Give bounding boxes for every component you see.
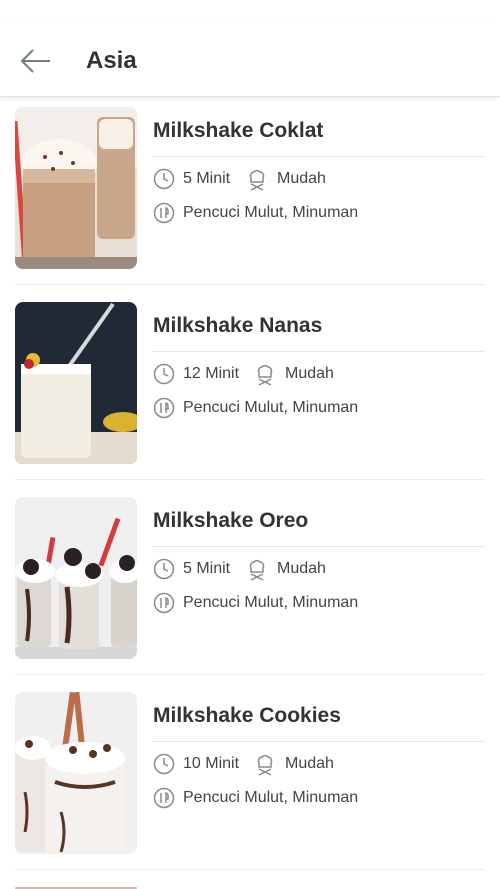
utensils-icon xyxy=(153,202,175,224)
recipe-category-row: Pencuci Mulut, Minuman xyxy=(153,397,493,421)
recipe-title: Milkshake Coklat xyxy=(153,119,324,142)
recipe-card[interactable]: Milkshake Oreo 5 Minit Mudah Pencuci Mul… xyxy=(0,497,500,691)
recipe-card[interactable]: Milkshake Nanas 12 Minit Mudah Pencuci M… xyxy=(0,302,500,496)
divider xyxy=(153,741,485,742)
recipe-difficulty: Mudah xyxy=(277,170,326,187)
chef-hat-icon xyxy=(249,559,265,581)
app-bar: Asia xyxy=(0,24,500,97)
status-bar xyxy=(0,0,500,24)
divider xyxy=(153,351,485,352)
recipe-meta-row: 10 Minit Mudah xyxy=(153,753,493,777)
recipe-category: Pencuci Mulut, Minuman xyxy=(183,789,359,806)
recipe-category: Pencuci Mulut, Minuman xyxy=(183,399,359,416)
recipe-card[interactable]: Milkshake Cookies 10 Minit Mudah Pencuci… xyxy=(0,692,500,886)
divider xyxy=(153,546,485,547)
divider xyxy=(153,156,485,157)
item-divider xyxy=(15,479,485,480)
recipe-title: Milkshake Oreo xyxy=(153,509,309,532)
utensils-icon xyxy=(153,787,175,809)
recipe-image xyxy=(15,497,137,659)
recipe-category: Pencuci Mulut, Minuman xyxy=(183,204,359,221)
clock-icon xyxy=(153,558,175,580)
recipe-image xyxy=(15,302,137,464)
recipe-image xyxy=(15,107,137,269)
recipe-difficulty: Mudah xyxy=(285,365,334,382)
recipe-category-row: Pencuci Mulut, Minuman xyxy=(153,592,493,616)
clock-icon xyxy=(153,753,175,775)
recipe-title: Milkshake Nanas xyxy=(153,314,323,337)
arrow-left-icon xyxy=(20,49,50,73)
recipe-meta-row: 5 Minit Mudah xyxy=(153,558,493,582)
chef-hat-icon xyxy=(249,169,265,191)
page-title: Asia xyxy=(86,47,137,74)
utensils-icon xyxy=(153,397,175,419)
recipe-category-row: Pencuci Mulut, Minuman xyxy=(153,787,493,811)
clock-icon xyxy=(153,363,175,385)
recipe-title: Milkshake Cookies xyxy=(153,704,341,727)
recipe-time: 5 Minit xyxy=(183,170,231,187)
recipe-time: 12 Minit xyxy=(183,365,240,382)
recipe-category: Pencuci Mulut, Minuman xyxy=(183,594,359,611)
item-divider xyxy=(15,284,485,285)
recipe-card[interactable]: Milkshake Coklat 5 Minit Mudah Pencuci M… xyxy=(0,107,500,301)
item-divider xyxy=(15,674,485,675)
recipe-meta-row: 5 Minit Mudah xyxy=(153,168,493,192)
recipe-difficulty: Mudah xyxy=(277,560,326,577)
utensils-icon xyxy=(153,592,175,614)
recipe-meta-row: 12 Minit Mudah xyxy=(153,363,493,387)
back-button[interactable] xyxy=(14,42,56,80)
chef-hat-icon xyxy=(257,754,273,776)
clock-icon xyxy=(153,168,175,190)
recipe-category-row: Pencuci Mulut, Minuman xyxy=(153,202,493,226)
recipe-difficulty: Mudah xyxy=(285,755,334,772)
recipe-time: 5 Minit xyxy=(183,560,231,577)
recipe-time: 10 Minit xyxy=(183,755,240,772)
recipe-image xyxy=(15,692,137,854)
item-divider xyxy=(15,869,485,870)
chef-hat-icon xyxy=(257,364,273,386)
